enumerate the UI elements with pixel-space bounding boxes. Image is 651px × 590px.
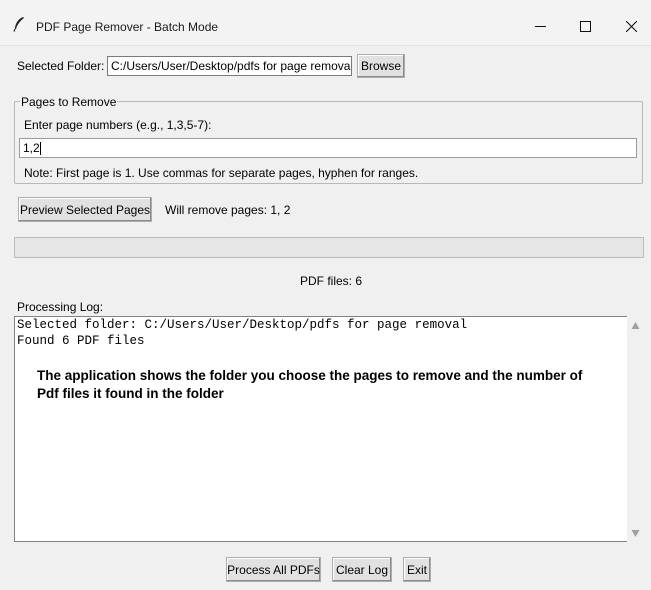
minimize-icon bbox=[534, 25, 546, 27]
pdf-file-count: PDF files: 6 bbox=[300, 274, 363, 288]
close-icon bbox=[625, 20, 637, 32]
title-bar: PDF Page Remover - Batch Mode bbox=[0, 0, 651, 46]
feather-icon bbox=[13, 17, 24, 32]
page-numbers-value: 1,2 bbox=[23, 141, 40, 155]
annotation-text: The application shows the folder you cho… bbox=[37, 368, 583, 401]
window-title: PDF Page Remover - Batch Mode bbox=[36, 20, 219, 34]
processing-log[interactable]: Selected folder: C:/Users/User/Desktop/p… bbox=[14, 316, 627, 542]
pages-group-title: Pages to Remove bbox=[20, 95, 118, 109]
log-scrollbar[interactable] bbox=[627, 316, 644, 542]
maximize-button[interactable] bbox=[570, 11, 600, 41]
clear-log-button[interactable]: Clear Log bbox=[332, 557, 392, 582]
log-line: Found 6 PDF files bbox=[17, 334, 145, 348]
pages-note: Note: First page is 1. Use commas for se… bbox=[24, 166, 419, 180]
page-numbers-input[interactable]: 1,2 bbox=[19, 138, 637, 158]
preview-pages-button[interactable]: Preview Selected Pages bbox=[18, 197, 152, 222]
exit-button[interactable]: Exit bbox=[403, 557, 431, 582]
triangle-down-icon[interactable] bbox=[631, 529, 640, 538]
folder-path-field[interactable]: C:/Users/User/Desktop/pdfs for page remo… bbox=[107, 56, 352, 76]
processing-log-label: Processing Log: bbox=[17, 300, 104, 314]
process-all-pdfs-button[interactable]: Process All PDFs bbox=[226, 557, 321, 582]
close-button[interactable] bbox=[616, 11, 646, 41]
triangle-up-icon[interactable] bbox=[631, 321, 640, 330]
selected-folder-label: Selected Folder: bbox=[17, 59, 105, 73]
log-line: Selected folder: C:/Users/User/Desktop/p… bbox=[17, 318, 468, 332]
minimize-button[interactable] bbox=[525, 11, 555, 41]
preview-status: Will remove pages: 1, 2 bbox=[165, 203, 291, 217]
maximize-icon bbox=[579, 20, 591, 32]
text-cursor bbox=[39, 141, 41, 155]
page-numbers-prompt: Enter page numbers (e.g., 1,3,5-7): bbox=[24, 118, 212, 132]
progress-bar bbox=[14, 237, 644, 258]
browse-button[interactable]: Browse bbox=[357, 54, 405, 78]
